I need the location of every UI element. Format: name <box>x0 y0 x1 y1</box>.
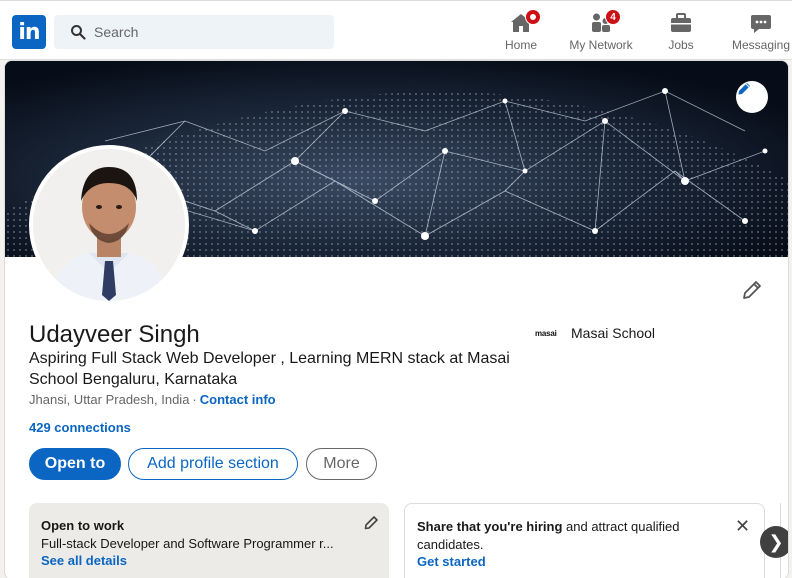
add-profile-section-button[interactable]: Add profile section <box>128 448 298 480</box>
linkedin-logo[interactable]: in <box>12 15 46 49</box>
open-to-work-card: Open to work Full-stack Developer and So… <box>29 503 389 578</box>
hiring-card: Share that you're hiring and attract qua… <box>404 503 765 578</box>
nav-label: My Network <box>569 38 633 52</box>
education-link[interactable]: masai Masai School <box>535 325 655 341</box>
open-to-work-description: Full-stack Developer and Software Progra… <box>41 536 334 551</box>
carousel-next-button[interactable]: ❯ <box>760 526 788 558</box>
location-row: Jhansi, Uttar Pradesh, India · Contact inf… <box>29 392 276 407</box>
more-button[interactable]: More <box>306 448 377 480</box>
edit-intro-button[interactable] <box>738 276 766 304</box>
contact-info-link[interactable]: Contact info <box>200 392 276 407</box>
hiring-text-bold: Share that you're hiring <box>417 519 563 534</box>
pencil-icon <box>743 281 761 299</box>
profile-name: Udayveer Singh <box>29 321 200 348</box>
search-input[interactable] <box>94 15 324 49</box>
open-to-work-title: Open to work <box>41 518 125 533</box>
profile-card: Udayveer Singh Aspiring Full Stack Web D… <box>4 60 789 578</box>
notification-dot <box>525 9 541 25</box>
education-name: Masai School <box>571 325 656 341</box>
pencil-icon <box>738 83 750 95</box>
search-box[interactable] <box>54 15 334 49</box>
search-icon <box>71 25 86 40</box>
connections-link[interactable]: 429 connections <box>29 420 131 435</box>
nav-label: Jobs <box>668 38 694 52</box>
profile-location: Jhansi, Uttar Pradesh, India <box>29 392 190 407</box>
briefcase-icon <box>669 11 693 35</box>
hiring-text: Share that you're hiring and attract qua… <box>417 518 717 554</box>
home-icon <box>509 9 541 35</box>
profile-photo[interactable] <box>29 145 189 305</box>
nav-my-network[interactable]: 4 My Network <box>566 9 636 57</box>
global-nav: in Home 4 My Network <box>0 0 792 60</box>
nav-jobs[interactable]: Jobs <box>662 11 700 57</box>
masai-logo: masai <box>535 328 557 338</box>
notification-badge: 4 <box>605 9 621 25</box>
nav-home[interactable]: Home <box>500 9 542 57</box>
get-started-link[interactable]: Get started <box>417 554 486 569</box>
nav-messaging[interactable]: Messaging <box>730 11 792 57</box>
network-icon: 4 <box>589 9 621 35</box>
pencil-icon[interactable] <box>363 515 379 531</box>
close-icon[interactable]: ✕ <box>735 516 750 537</box>
separator: · <box>192 392 197 407</box>
profile-headline: Aspiring Full Stack Web Developer , Lear… <box>29 350 510 388</box>
open-to-button[interactable]: Open to <box>29 448 121 480</box>
see-all-details-link[interactable]: See all details <box>41 553 127 568</box>
nav-label: Messaging <box>731 38 791 52</box>
chat-icon <box>749 11 773 35</box>
edit-cover-button[interactable] <box>736 81 768 113</box>
nav-label: Home <box>504 38 537 52</box>
